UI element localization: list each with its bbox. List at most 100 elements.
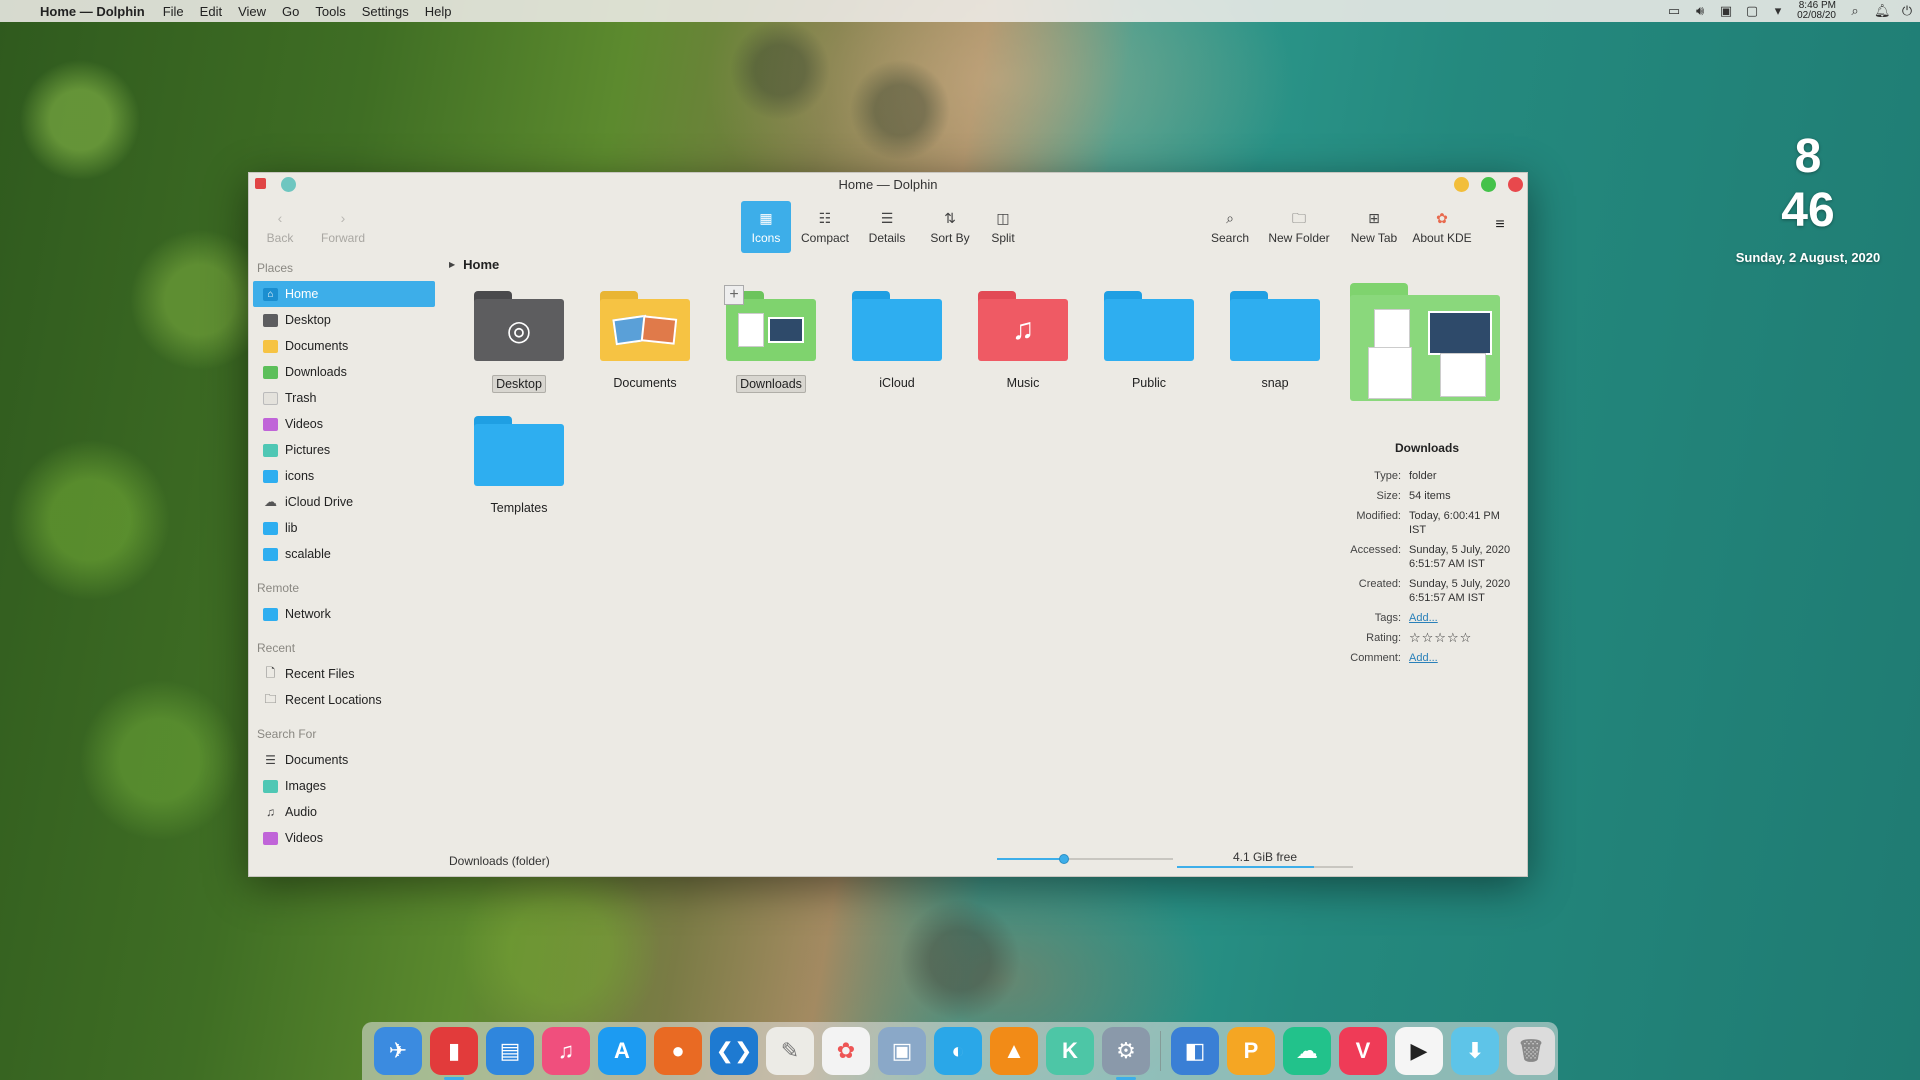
file-item-public[interactable]: Public [1089, 291, 1209, 391]
app-store-icon[interactable]: A [598, 1027, 646, 1075]
search-button[interactable]: ⌕ Search [1207, 201, 1253, 253]
forward-button[interactable]: › Forward [315, 201, 371, 253]
menubar-clock[interactable]: 8:46 PM 02/08/20 [1797, 1, 1836, 21]
vivaldi-icon[interactable]: V [1339, 1027, 1387, 1075]
menu-file[interactable]: File [155, 4, 192, 19]
kvantum-icon[interactable]: K [1046, 1027, 1094, 1075]
free-space-indicator[interactable]: 4.1 GiB free [1177, 848, 1353, 868]
window-menu-icon[interactable] [255, 178, 266, 189]
music-icon[interactable]: ♫ [542, 1027, 590, 1075]
maximize-button[interactable] [1481, 177, 1496, 192]
search-label: Search [1210, 231, 1250, 245]
file-item-icloud[interactable]: iCloud [837, 291, 957, 391]
vscode-icon[interactable]: ❮❯ [710, 1027, 758, 1075]
new-tab-icon: ⊞ [1368, 210, 1380, 226]
sidebar-item-recent-files[interactable]: 🗋︎ Recent Files [253, 661, 435, 687]
file-item-templates[interactable]: Templates [459, 416, 579, 516]
hamburger-menu-button[interactable]: ≡ [1485, 201, 1515, 253]
split-button[interactable]: ◫ Split [985, 201, 1021, 253]
photos-icon[interactable]: ✿ [822, 1027, 870, 1075]
sort-by-button[interactable]: ⇅ Sort By [925, 201, 975, 253]
info-row-accessed: Accessed: Sunday, 5 July, 2020 6:51:57 A… [1327, 543, 1527, 571]
notifications-icon[interactable]: 🔔︎ [1874, 4, 1891, 18]
sidebar-item-search-documents[interactable]: ☰ Documents [253, 747, 435, 773]
file-item-desktop[interactable]: ◎ Desktop [459, 291, 579, 393]
menu-settings[interactable]: Settings [354, 4, 417, 19]
icons-view-button[interactable]: ▦ Icons [741, 201, 791, 253]
file-item-music[interactable]: ♫ Music [963, 291, 1083, 391]
sort-by-label: Sort By [930, 231, 970, 245]
power-icon[interactable]: ⏻ [1900, 4, 1914, 18]
sidebar-item-pictures[interactable]: Pictures [253, 437, 435, 463]
sidebar-item-icons[interactable]: icons [253, 463, 435, 489]
sidebar-item-videos[interactable]: Videos [253, 411, 435, 437]
sidebar-item-network[interactable]: Network [253, 601, 435, 627]
sidebar-item-lib[interactable]: lib [253, 515, 435, 541]
zoom-slider-handle[interactable] [1058, 854, 1069, 864]
text-editor-icon[interactable]: ✎ [766, 1027, 814, 1075]
vlc-icon[interactable]: ▲ [990, 1027, 1038, 1075]
sidebar-item-search-images[interactable]: Images [253, 773, 435, 799]
input-method-icon[interactable]: ▣ [1719, 4, 1733, 18]
firefox-icon[interactable]: ● [654, 1027, 702, 1075]
add-comment-link[interactable]: Add... [1409, 651, 1513, 665]
downloader-icon[interactable]: ⬇ [1451, 1027, 1499, 1075]
about-kde-button[interactable]: ✿ About KDE [1411, 201, 1473, 253]
menu-go[interactable]: Go [274, 4, 307, 19]
image-viewer-icon[interactable]: ▣ [878, 1027, 926, 1075]
clipboard-icon[interactable]: ▭ [1667, 4, 1681, 18]
sidebar-item-icloud-drive[interactable]: ☁︎ iCloud Drive [253, 489, 435, 515]
menu-help[interactable]: Help [417, 4, 460, 19]
breadcrumb-home[interactable]: Home [463, 257, 499, 272]
volume-icon[interactable]: 🔊︎ [1693, 4, 1707, 18]
window-manager-icon[interactable]: ◧ [1171, 1027, 1219, 1075]
video-icon [263, 831, 278, 845]
vpn-icon[interactable]: ◐ [934, 1027, 982, 1075]
trash-icon[interactable]: 🗑︎ [1507, 1027, 1555, 1075]
new-folder-button[interactable]: 🗀︎ New Folder [1265, 201, 1333, 253]
display-icon[interactable]: ▢ [1745, 4, 1759, 18]
breadcrumb-arrow-icon[interactable]: ▶ [449, 260, 455, 269]
menu-tools[interactable]: Tools [307, 4, 353, 19]
new-tab-button[interactable]: ⊞ New Tab [1347, 201, 1401, 253]
file-item-downloads[interactable]: + Downloads [711, 285, 831, 393]
breadcrumb[interactable]: ▶ Home [449, 257, 499, 272]
sidebar-item-trash[interactable]: Trash [253, 385, 435, 411]
file-item-documents[interactable]: Documents [585, 291, 705, 391]
window-titlebar[interactable]: Home — Dolphin [249, 173, 1527, 195]
sidebar-item-documents[interactable]: Documents [253, 333, 435, 359]
file-item-snap[interactable]: snap [1215, 291, 1335, 391]
files-icon[interactable]: ▤ [486, 1027, 534, 1075]
file-view[interactable]: ▶ Home ◎ Desktop Documents + Downloads i… [439, 255, 1329, 835]
trash-icon [263, 391, 278, 405]
sidebar-item-scalable[interactable]: scalable [253, 541, 435, 567]
search-icon[interactable]: ⌕ [1848, 4, 1862, 18]
zoom-slider[interactable] [997, 854, 1173, 864]
sidebar-item-search-videos[interactable]: Videos [253, 825, 435, 851]
sidebar-item-label: Audio [285, 805, 317, 819]
file-item-label: Music [1006, 376, 1040, 390]
screen-recorder-icon[interactable]: ▶ [1395, 1027, 1443, 1075]
system-settings-icon[interactable]: ⚙ [1102, 1027, 1150, 1080]
select-plus-icon[interactable]: + [724, 285, 744, 305]
pin-icon[interactable] [281, 177, 296, 192]
menu-view[interactable]: View [230, 4, 274, 19]
cloud-icon[interactable]: ☁︎ [1283, 1027, 1331, 1075]
compact-view-button[interactable]: ☷ Compact [797, 201, 853, 253]
chevron-down-icon[interactable]: ▾ [1771, 4, 1785, 18]
details-view-button[interactable]: ☰ Details [863, 201, 911, 253]
sidebar-item-home[interactable]: ⌂ Home [253, 281, 435, 307]
sidebar-item-recent-locations[interactable]: 🗀︎ Recent Locations [253, 687, 435, 713]
sidebar-item-desktop[interactable]: Desktop [253, 307, 435, 333]
close-button[interactable] [1508, 177, 1523, 192]
pdf-icon[interactable]: P [1227, 1027, 1275, 1075]
finder-icon[interactable]: ▮ [430, 1027, 478, 1080]
minimize-button[interactable] [1454, 177, 1469, 192]
sidebar-item-downloads[interactable]: Downloads [253, 359, 435, 385]
menu-edit[interactable]: Edit [192, 4, 230, 19]
back-button[interactable]: ‹ Back [259, 201, 301, 253]
add-tags-link[interactable]: Add... [1409, 611, 1513, 625]
rating-stars[interactable]: ☆☆☆☆☆ [1409, 631, 1513, 645]
sidebar-item-search-audio[interactable]: ♫ Audio [253, 799, 435, 825]
launcher-icon[interactable]: ✈ [374, 1027, 422, 1075]
